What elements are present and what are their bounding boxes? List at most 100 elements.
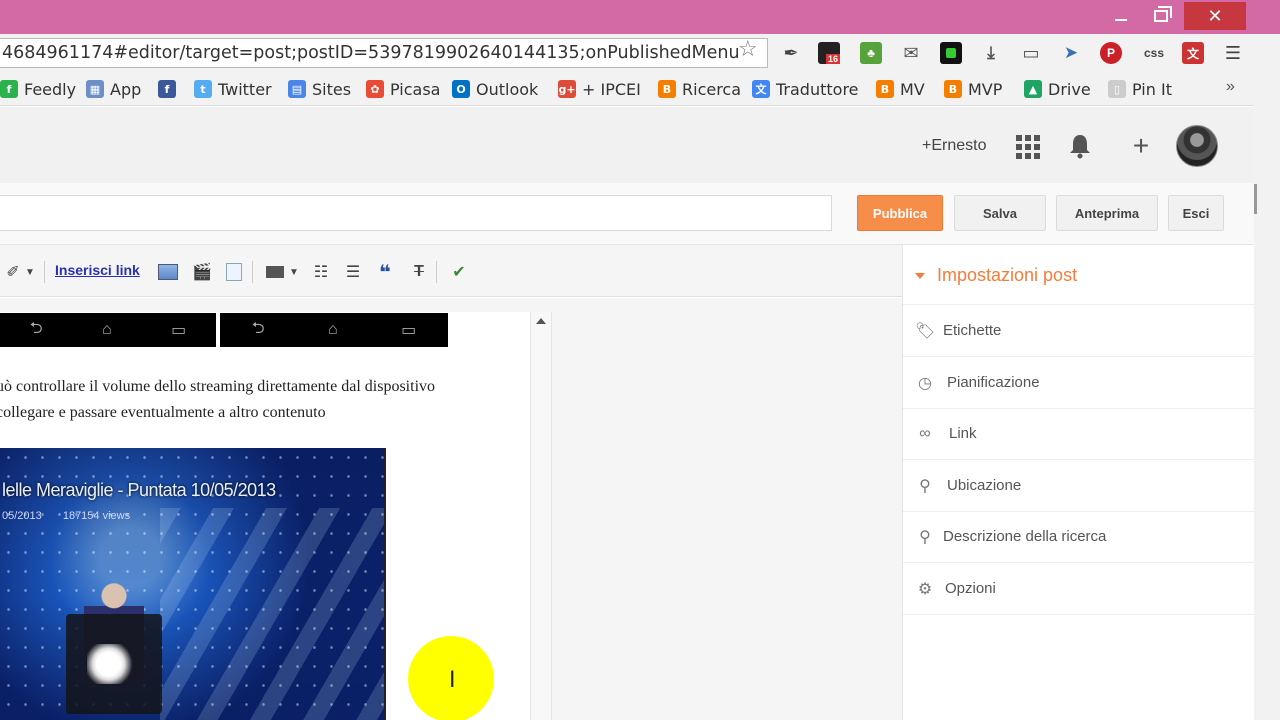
evernote-icon[interactable]: ♣ [860,42,882,64]
text-color-icon[interactable]: ✐ [2,262,24,282]
insert-jump-break-icon[interactable] [222,262,246,282]
link-icon: ∞ [919,425,931,443]
bookmark-item[interactable]: ✿ Picasa [366,78,440,100]
publish-button[interactable]: Pubblica [857,195,943,231]
bookmark-item[interactable]: ▯ Pin It [1108,78,1172,100]
chevron-down-icon[interactable]: ▼ [24,262,36,282]
insert-link-button[interactable]: Inserisci link [55,262,140,278]
recents-icon: ▭ [171,322,187,339]
sidebar-item-label: Link [949,425,977,443]
save-button[interactable]: Salva [954,195,1046,231]
cast-overlay-button[interactable] [66,614,162,714]
pinterest-icon[interactable]: P [1100,42,1122,64]
sidebar-item-label: Pianificazione [947,373,1040,391]
bookmark-label: App [110,79,142,99]
post-body-text[interactable]: uò controllare il volume dello streaming… [0,374,530,426]
sidebar-item-label: Ubicazione [947,476,1022,494]
user-name-link[interactable]: +Ernesto [922,137,986,155]
sidebar-item-opzioni[interactable]: ⚙ Opzioni [903,563,1255,615]
embedded-video-image[interactable]: lelle Meraviglie - Puntata 10/05/2013 05… [0,448,386,720]
clear-formatting-icon[interactable]: T [408,262,430,282]
preview-button[interactable]: Anteprima [1056,195,1158,231]
avatar[interactable] [1176,125,1218,167]
bookmark-icon: O [452,80,470,98]
bookmark-label: Sites [312,79,352,99]
bookmark-label: Twitter [218,79,272,99]
post-title-input[interactable] [0,195,832,231]
share-plus-button[interactable]: + [1122,127,1160,165]
bookmark-item[interactable]: f Feedly [0,78,76,100]
bookmark-label: Picasa [390,79,441,99]
search-icon: ⚲ [919,529,931,547]
sidebar-item-descrizione[interactable]: ⚲ Descrizione della ricerca [903,511,1255,564]
video-meta: 05/2013 187154 views [2,510,130,522]
bookmark-item[interactable]: ▤ Sites [288,78,351,100]
back-icon: ⮌ [29,319,43,337]
spellcheck-icon[interactable]: ✔ [448,262,470,282]
exit-button[interactable]: Esci [1168,195,1224,231]
bookmark-label: + IPCEI [582,79,641,99]
bookmark-item[interactable]: g+ + IPCEI [558,78,641,100]
video-date: 05/2013 [2,510,42,522]
insert-image-icon[interactable] [156,262,180,282]
bookmark-item[interactable]: O Outlook [452,78,538,100]
location-pin-icon: ⚲ [919,477,931,495]
bookmark-icon: ✿ [366,80,384,98]
bookmark-item[interactable]: ▲ Drive [1024,78,1091,100]
scroll-up-arrow-icon[interactable] [536,318,546,324]
numbered-list-icon[interactable]: ☷ [310,262,332,282]
bulleted-list-icon[interactable]: ☰ [342,262,364,282]
insert-video-icon[interactable]: 🎬 [190,262,214,282]
sidebar-item-label: Etichette [943,322,1002,339]
sidebar-item-ubicazione[interactable]: ⚲ Ubicazione [903,460,1255,512]
bookmark-label: MV [900,79,925,99]
home-icon: ⌂ [328,321,338,338]
bookmark-item[interactable]: B MVP [944,78,1002,100]
bookmark-item[interactable]: 文 Traduttore [752,78,859,100]
sidebar-item-label: Opzioni [945,580,996,597]
mail-counter-icon[interactable]: 16 [818,42,841,64]
bookmark-icon: B [876,80,894,98]
bookmark-label: Drive [1048,79,1091,99]
post-settings-header[interactable]: Impostazioni post [903,245,1255,305]
sidebar-item-pianificazione[interactable]: ◷ Pianificazione [903,357,1255,409]
bookmark-icon: ▦ [86,80,104,98]
send-icon[interactable]: ➤ [1060,42,1082,64]
address-bar[interactable]: 4684961174#editor/target=post;postID=539… [0,38,768,68]
align-icon[interactable] [264,262,286,282]
maximize-button[interactable] [1138,2,1184,30]
bookmark-item[interactable]: f [158,78,182,100]
bookmark-star-icon[interactable]: ☆ [738,38,758,60]
bookmark-item[interactable]: B MV [876,78,925,100]
green-square-icon[interactable] [940,42,962,64]
dropper-icon[interactable]: ✒ [780,42,802,64]
sidebar-item-link[interactable]: ∞ Link [903,408,1255,461]
mail-counter-badge: 16 [826,54,841,64]
bookmark-icon: ▤ [288,80,306,98]
recents-icon: ▭ [401,322,417,339]
notifications-bell-icon[interactable] [1068,133,1092,159]
cast-icon[interactable]: ▭ [1020,42,1042,64]
gmail-icon[interactable]: ✉ [900,42,922,64]
translate-icon[interactable]: 文 [1182,42,1204,64]
bookmark-item[interactable]: B Ricerca [658,78,741,100]
bookmark-item[interactable]: ▦ App [86,78,141,100]
browser-scrollbar[interactable] [1254,34,1280,720]
editor-scrollbar[interactable] [530,312,552,720]
sidebar-item-label: Descrizione della ricerca [943,528,1107,546]
align-chevron-down-icon[interactable]: ▼ [288,262,300,282]
quote-icon[interactable]: ❝ [374,262,396,284]
body-line: collegare e passare eventualmente a altr… [0,404,326,421]
download-icon[interactable]: ⤓ [980,42,1002,64]
apps-grid-icon[interactable] [1016,135,1040,159]
sidebar-item-etichette[interactable]: 🏷 Etichette [903,305,1255,357]
close-window-button[interactable]: ✕ [1184,2,1246,30]
css-icon[interactable]: css [1140,42,1168,64]
blogger-top-bar: +Ernesto + [0,107,1254,183]
menu-icon[interactable]: ☰ [1222,42,1244,64]
phone-navbar-image: ⮌ ⌂ ▭ [0,313,216,347]
bookmark-label: Traduttore [776,79,859,99]
bookmarks-overflow-button[interactable]: » [1226,78,1235,96]
bookmark-item[interactable]: t Twitter [194,78,272,100]
bookmark-icon: t [194,80,212,98]
